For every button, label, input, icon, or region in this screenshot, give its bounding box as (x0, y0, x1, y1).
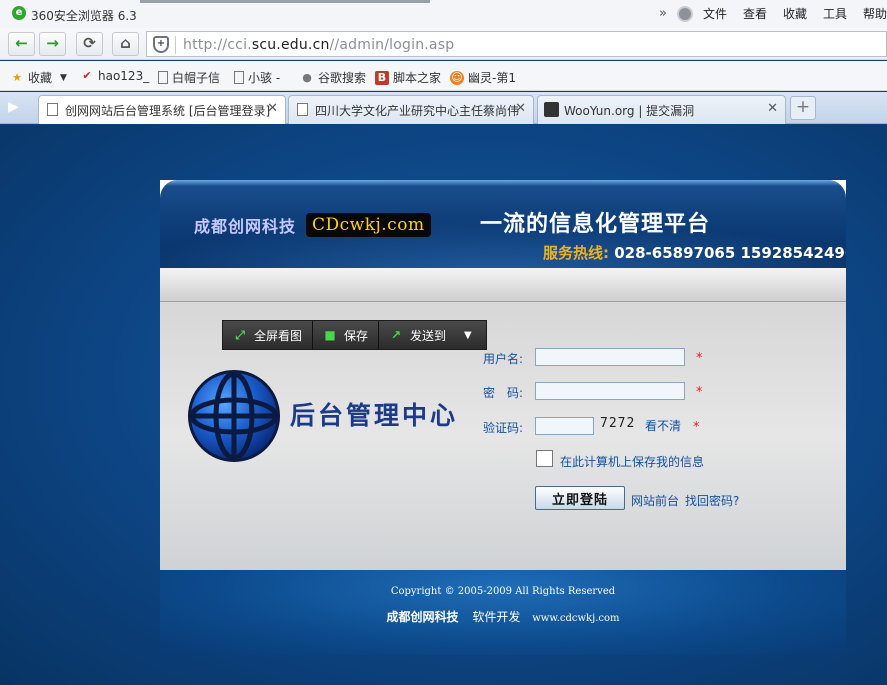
wooyun-icon (544, 102, 559, 117)
titlebar-divider (140, 0, 430, 3)
tab-title: 四川大学文化产业研究中心主任蔡尚伟 (315, 104, 520, 118)
send-to-button[interactable]: ↗ 发送到 (379, 321, 456, 349)
navigation-toolbar: ← → ⟳ ⌂ + http://cci.scu.edu.cn//admin/l… (0, 28, 887, 60)
globe-logo (188, 370, 280, 462)
menu-help[interactable]: 帮助 (863, 5, 887, 22)
footer-company-line: 成都创网科技 软件开发 www.cdcwkj.com (160, 608, 846, 625)
close-tab-icon[interactable]: ✕ (767, 101, 778, 116)
remember-checkbox[interactable] (536, 450, 553, 467)
page-content: 成都创网科技 CDcwkj.com 一流的信息化管理平台 服务热线: 028-6… (0, 125, 887, 685)
save-icon: ■ (324, 328, 336, 342)
bookmark-google[interactable]: ● 谷歌搜索 (300, 69, 366, 86)
star-icon: ★ (12, 70, 22, 84)
page-icon (158, 71, 168, 84)
bookmark-hao123[interactable]: ✔ hao123_ (80, 69, 149, 83)
security-shield-icon[interactable]: + (153, 36, 169, 53)
required-mark: * (693, 420, 700, 435)
bookmark-baimaozi[interactable]: 白帽子信 (158, 69, 220, 86)
password-label: 密 码: (483, 386, 524, 400)
required-mark: * (696, 351, 703, 366)
footer-service: 软件开发 (472, 610, 521, 624)
username-input[interactable] (535, 348, 685, 366)
footer-company: 成都创网科技 (386, 610, 459, 624)
bookmarks-bar: ★ 收藏 ▼ ✔ hao123_ 白帽子信 小骇 - ● 谷歌搜索 B 脚本之家 ☺ 幽灵-… (0, 61, 887, 91)
user-avatar-icon[interactable] (676, 5, 693, 22)
page-icon (47, 103, 58, 116)
domain-logo: CDcwkj.com (306, 213, 431, 237)
image-hover-toolbar: ⤢ 全屏看图 ■ 保存 ↗ 发送到 ▼ (222, 320, 487, 350)
send-to-dropdown-icon[interactable]: ▼ (456, 330, 480, 341)
menu-bar: » 文件 查看 收藏 工具 帮助 (659, 5, 887, 22)
menu-tools[interactable]: 工具 (823, 5, 847, 22)
google-icon: ● (302, 70, 312, 84)
app-title: 360安全浏览器 6.3 (31, 9, 137, 23)
tab-admin-login[interactable]: 创网网站后台管理系统 [后台管理登录] ✕ (38, 95, 286, 124)
header-divider-bar (160, 268, 846, 302)
captcha-refresh-link[interactable]: 看不清 (645, 417, 681, 434)
fullscreen-icon: ⤢ (235, 328, 245, 342)
banner-top-line (160, 180, 846, 186)
page-icon (297, 103, 308, 116)
password-input[interactable] (535, 382, 685, 400)
login-form-area: ⤢ 全屏看图 ■ 保存 ↗ 发送到 ▼ 后台管理中心 用户名: * 密 码: *… (160, 302, 846, 570)
menu-favorites[interactable]: 收藏 (783, 5, 807, 22)
tab-wooyun[interactable]: WooYun.org | 提交漏洞 ✕ (537, 95, 786, 124)
forward-arrow-icon[interactable]: → (39, 32, 66, 56)
copyright-text: Copyright © 2005-2009 All Rights Reserve… (390, 586, 616, 597)
login-footer: Copyright © 2005-2009 All Rights Reserve… (160, 570, 846, 655)
browser-titlebar: e 360安全浏览器 6.3 » 文件 查看 收藏 工具 帮助 (0, 0, 887, 28)
address-bar[interactable]: + http://cci.scu.edu.cn//admin/login.asp (146, 31, 887, 57)
captcha-image[interactable]: 7272 (600, 416, 635, 431)
tab-title: WooYun.org | 提交漏洞 (564, 104, 695, 118)
forgot-password-link[interactable]: 找回密码? (685, 492, 739, 509)
menu-file[interactable]: 文件 (703, 5, 727, 22)
browser-logo-icon: e (12, 6, 26, 20)
slogan: 一流的信息化管理平台 (480, 212, 711, 237)
company-name: 成都创网科技 (194, 217, 297, 236)
remember-label[interactable]: 在此计算机上保存我的信息 (560, 453, 704, 470)
jb51-icon: B (375, 70, 389, 85)
hao123-icon: ✔ (82, 69, 92, 82)
globe-grid-icon (191, 373, 277, 459)
required-mark: * (696, 385, 703, 400)
save-image-button[interactable]: ■ 保存 (313, 321, 380, 349)
fullscreen-button[interactable]: ⤢ 全屏看图 (223, 321, 314, 349)
new-tab-button[interactable]: + (790, 96, 816, 120)
admin-center-title: 后台管理中心 (290, 401, 459, 430)
tab-bar: ▶ 创网网站后台管理系统 [后台管理登录] ✕ 四川大学文化产业研究中心主任蔡尚… (0, 92, 887, 124)
bookmark-xiaohai[interactable]: 小骇 - (234, 69, 280, 86)
address-url[interactable]: http://cci.scu.edu.cn//admin/login.asp (183, 37, 454, 53)
chevron-double-right-icon[interactable]: » (659, 6, 667, 21)
share-icon: ↗ (391, 328, 402, 342)
service-hotline: 服务热线: 028-65897065 15928542496 (543, 244, 846, 262)
refresh-icon[interactable]: ⟳ (76, 32, 103, 56)
captcha-input[interactable] (535, 417, 594, 435)
sidebar-toggle-icon[interactable]: ▶ (8, 99, 19, 115)
captcha-label: 验证码: (483, 421, 524, 435)
ghost-icon: ☺ (450, 70, 464, 85)
footer-site: www.cdcwkj.com (532, 613, 620, 624)
close-tab-icon[interactable]: ✕ (267, 101, 278, 116)
dropdown-arrow-icon[interactable]: ▼ (60, 73, 67, 83)
bookmark-favorites[interactable]: ★ 收藏 ▼ (10, 69, 67, 86)
menu-view[interactable]: 查看 (743, 5, 767, 22)
frontend-link[interactable]: 网站前台 (631, 492, 679, 509)
bookmark-youling[interactable]: ☺ 幽灵-第1 (450, 69, 516, 86)
page-icon (234, 71, 244, 84)
tab-scu-research[interactable]: 四川大学文化产业研究中心主任蔡尚伟 ✕ (288, 95, 534, 124)
login-header-banner: 成都创网科技 CDcwkj.com 一流的信息化管理平台 服务热线: 028-6… (160, 180, 846, 268)
back-arrow-icon[interactable]: ← (8, 32, 35, 56)
bookmark-jb51[interactable]: B 脚本之家 (375, 69, 441, 86)
login-panel: 成都创网科技 CDcwkj.com 一流的信息化管理平台 服务热线: 028-6… (160, 180, 846, 655)
home-icon[interactable]: ⌂ (112, 32, 139, 56)
address-separator (175, 36, 176, 54)
username-label: 用户名: (483, 352, 524, 366)
login-submit-button[interactable]: 立即登陆 (535, 486, 625, 510)
close-tab-icon[interactable]: ✕ (515, 101, 526, 116)
tab-title: 创网网站后台管理系统 [后台管理登录] (65, 104, 271, 118)
